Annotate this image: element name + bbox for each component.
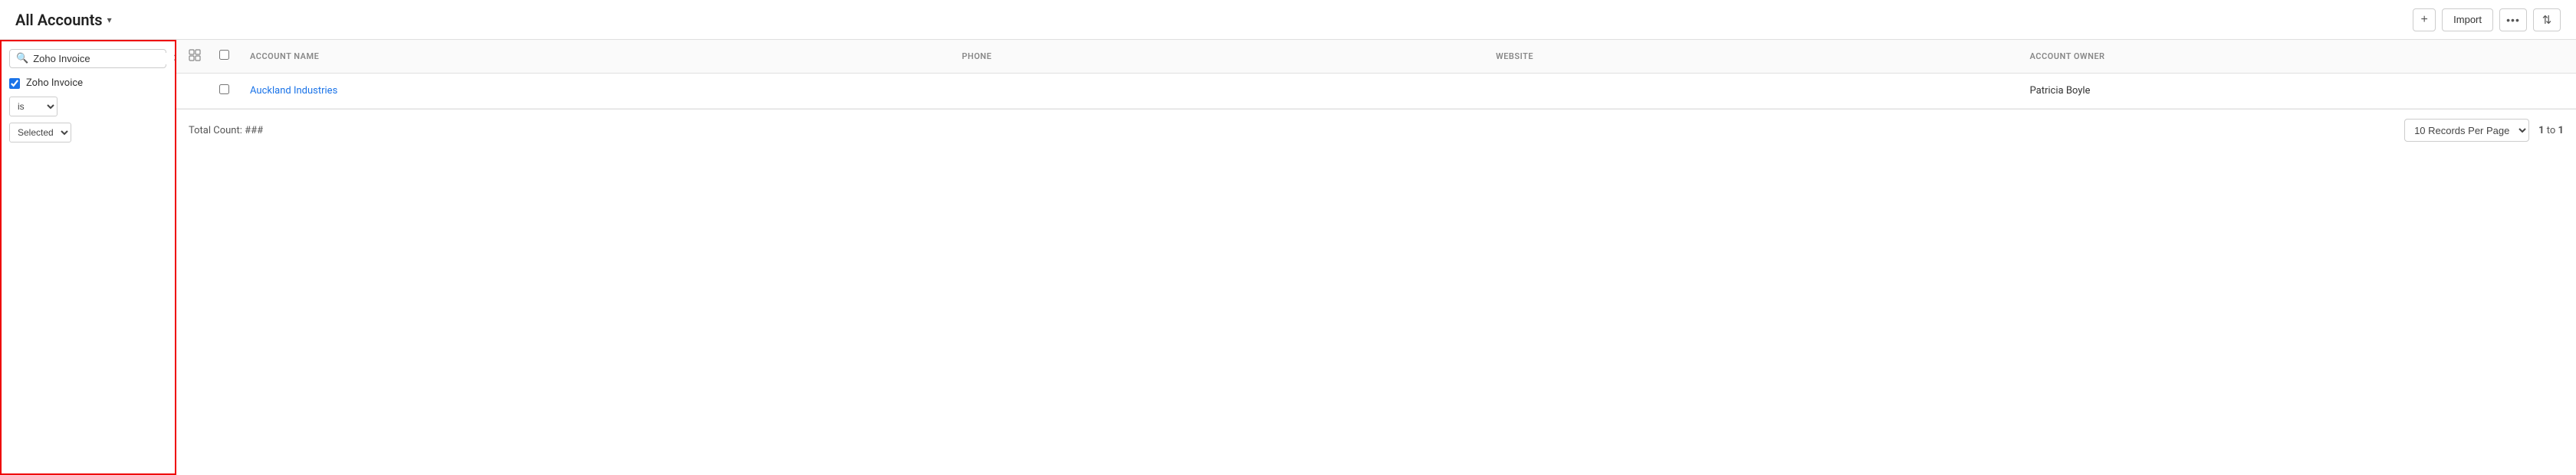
sort-button[interactable]: ⇅ — [2533, 8, 2561, 31]
header-left: All Accounts ▾ — [15, 11, 112, 29]
row-checkbox-col[interactable] — [219, 84, 250, 97]
pagination-right: 10 Records Per Page 20 Records Per Page … — [2404, 119, 2564, 142]
main-container: 🔍 ✕ Zoho Invoice is is not Selected All — [0, 40, 2576, 475]
import-button[interactable]: Import — [2442, 8, 2493, 31]
search-icon: 🔍 — [16, 53, 28, 64]
account-name-link[interactable]: Auckland Industries — [250, 85, 337, 97]
col-header-account-owner: ACCOUNT OWNER — [2030, 51, 2564, 61]
account-owner-cell: Patricia Boyle — [2030, 85, 2564, 97]
col-header-phone: PHONE — [962, 51, 1496, 61]
table-row: Auckland Industries Patricia Boyle — [176, 74, 2576, 109]
per-page-select[interactable]: 10 Records Per Page 20 Records Per Page … — [2404, 119, 2529, 142]
total-count: Total Count: ### — [189, 125, 263, 136]
pagination-info: 1 to 1 — [2538, 125, 2564, 136]
header-right: + Import ••• ⇅ — [2413, 8, 2561, 31]
header-checkbox-col[interactable] — [219, 50, 250, 63]
header-bar: All Accounts ▾ + Import ••• ⇅ — [0, 0, 2576, 40]
filter-selected-dropdown-row: Selected All — [9, 123, 166, 142]
filter-is-dropdown[interactable]: is is not — [9, 97, 58, 116]
col-header-website: WEBSITE — [1496, 51, 2029, 61]
account-name-cell[interactable]: Auckland Industries — [250, 85, 962, 97]
content-area: ACCOUNT NAME PHONE WEBSITE ACCOUNT OWNER… — [176, 40, 2576, 475]
table-body: Auckland Industries Patricia Boyle — [176, 74, 2576, 109]
search-box: 🔍 ✕ — [9, 49, 166, 68]
table-footer: Total Count: ### 10 Records Per Page 20 … — [176, 109, 2576, 151]
search-input[interactable] — [33, 53, 168, 64]
page-title: All Accounts — [15, 11, 103, 29]
table-header: ACCOUNT NAME PHONE WEBSITE ACCOUNT OWNER — [176, 40, 2576, 74]
row-checkbox[interactable] — [219, 84, 229, 94]
filter-checkbox[interactable] — [9, 78, 20, 89]
filter-panel: 🔍 ✕ Zoho Invoice is is not Selected All — [0, 40, 176, 475]
chevron-down-icon[interactable]: ▾ — [107, 15, 112, 25]
table-icon-col — [189, 49, 219, 64]
total-count-label: Total Count: — [189, 125, 245, 136]
filter-is-dropdown-row: is is not — [9, 97, 166, 116]
add-button[interactable]: + — [2413, 8, 2436, 31]
filter-checkbox-label: Zoho Invoice — [26, 77, 83, 89]
total-count-value: ### — [245, 125, 263, 136]
select-all-checkbox[interactable] — [219, 50, 229, 60]
filter-selected-dropdown[interactable]: Selected All — [9, 123, 71, 142]
filter-checkbox-row: Zoho Invoice — [9, 77, 166, 89]
more-options-button[interactable]: ••• — [2499, 8, 2527, 31]
col-header-account-name: ACCOUNT NAME — [250, 51, 962, 61]
